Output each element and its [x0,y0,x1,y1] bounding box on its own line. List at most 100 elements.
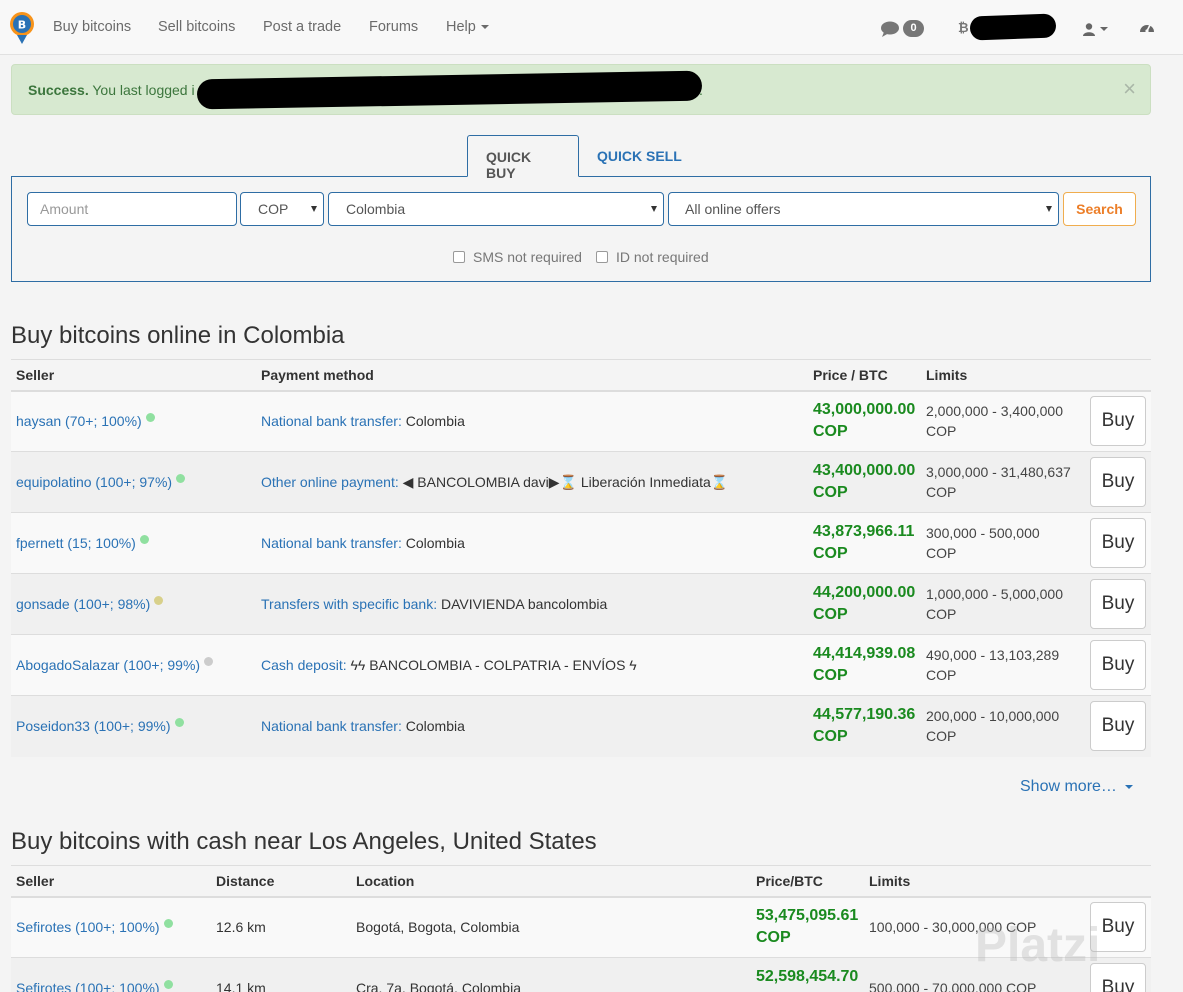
nav-forums[interactable]: Forums [369,19,418,35]
price-cell: 43,400,000.00 COP [808,451,921,513]
alert-strong: Success. [28,82,89,98]
seller-link[interactable]: fpernett (15; 100%) [16,535,136,551]
seller-cell: equipolatino (100+; 97%) [11,451,256,513]
col-limits: Limits [921,359,1076,392]
amount-input[interactable]: Amount [27,192,237,226]
buy-button[interactable]: Buy [1090,457,1146,507]
seller-cell: haysan (70+; 100%) [11,390,256,452]
currency-select[interactable]: COP [240,192,324,226]
chevron-down-icon [1124,784,1133,789]
messages-count-badge[interactable]: 0 [903,20,924,37]
online-status-dot-icon [154,596,164,605]
online-status-dot-icon [204,657,214,666]
country-value: Colombia [346,201,406,217]
show-more-link[interactable]: Show more… [1020,778,1133,796]
price-currency: COP [813,423,848,441]
nav-post-a-trade[interactable]: Post a trade [263,19,341,35]
nav-help-dropdown[interactable]: Help [446,19,489,35]
price-value: 44,200,000.00 [813,584,916,601]
col-seller: Seller [11,359,256,392]
payment-method-cell: National bank transfer: Colombia [256,390,808,452]
price-currency: COP [813,728,848,746]
limits-cell: 1,000,000 - 5,000,000 COP [921,573,1076,635]
search-button[interactable]: Search [1063,192,1136,226]
online-status-dot-icon [176,474,186,483]
offers-select[interactable]: All online offers [668,192,1059,226]
col-limits: Limits [864,865,1076,898]
payment-method-cell: Transfers with specific bank: DAVIVIENDA… [256,573,808,635]
login-success-alert: Success. You last logged i . × [11,64,1151,115]
sms-label: SMS not required [473,249,582,265]
seller-link[interactable]: Sefirotes (100+; 100%) [16,980,160,992]
buy-button[interactable]: Buy [1090,518,1146,568]
price-currency: COP [813,484,848,501]
payment-method-link[interactable]: Transfers with specific bank: [261,596,437,612]
payment-method-detail: ◀ BANCOLOMBIA davi▶⌛ Liberación Inmediat… [402,473,729,490]
select-arrow-icon [1046,206,1052,212]
seller-link[interactable]: gonsade (100+; 98%) [16,596,150,612]
payment-method-detail: DAVIVIENDA bancolombia [441,596,608,612]
seller-link[interactable]: Poseidon33 (100+; 99%) [16,718,171,734]
seller-link[interactable]: haysan (70+; 100%) [16,413,142,429]
dashboard-icon[interactable] [1139,20,1155,34]
localbitcoins-logo-icon[interactable]: B [9,11,35,45]
chevron-down-icon [1100,27,1108,32]
online-status-dot-icon [163,919,173,929]
online-status-dot-icon [139,535,149,544]
online-status-dot-icon [174,718,184,728]
payment-method-link[interactable]: Cash deposit: [261,657,347,673]
buy-button[interactable]: Buy [1090,396,1146,447]
payment-method-link[interactable]: Other online payment: [261,474,399,490]
bitcoin-icon[interactable]: ₿ [958,20,969,35]
tab-quick-buy[interactable]: QUICK BUY [467,135,579,181]
price-cell: 44,200,000.00 COP [808,573,921,635]
navbar: B Buy bitcoins Sell bitcoins Post a trad… [0,0,1183,55]
country-select[interactable]: Colombia [328,192,664,226]
svg-text:B: B [18,19,26,32]
action-cell: Buy [1076,634,1151,696]
chat-icon[interactable] [880,20,900,37]
sms-not-required-checkbox[interactable]: SMS not required [453,249,582,265]
checkbox-icon [453,251,465,263]
buy-button[interactable]: Buy [1090,640,1146,690]
online-offers-body: haysan (70+; 100%) National bank transfer… [11,390,1151,757]
payment-method-detail: Colombia [405,413,465,430]
price-value: 44,577,190.36 [813,706,916,724]
buy-button[interactable]: Buy [1090,579,1146,629]
distance-cell: 12.6 km [211,896,351,958]
select-arrow-icon [651,206,657,212]
id-label: ID not required [616,249,709,265]
action-cell: Buy [1076,512,1151,574]
nav-buy-bitcoins[interactable]: Buy bitcoins [53,19,131,35]
price-value: 53,475,095.61 [756,907,859,925]
col-location: Location [351,865,751,898]
limits-cell: 200,000 - 10,000,000 COP [921,695,1076,757]
payment-method-link[interactable]: National bank transfer: [261,413,402,429]
table-header-row: Seller Distance Location Price/BTC Limit… [11,865,1151,898]
seller-link[interactable]: AbogadoSalazar (100+; 99%) [16,657,200,673]
close-icon[interactable]: × [1123,78,1136,100]
seller-link[interactable]: equipolatino (100+; 97%) [16,474,172,490]
table-header-row: Seller Payment method Price / BTC Limits [11,359,1151,392]
payment-method-link[interactable]: National bank transfer: [261,535,402,551]
nav-sell-bitcoins[interactable]: Sell bitcoins [158,19,235,35]
tab-quick-sell[interactable]: QUICK SELL [579,135,700,177]
seller-cell: Sefirotes (100+; 100%) [11,957,211,992]
table-row: AbogadoSalazar (100+; 99%) Cash deposit: … [11,634,1151,696]
payment-method-cell: Other online payment: ◀ BANCOLOMBIA davi… [256,451,808,513]
seller-link[interactable]: Sefirotes (100+; 100%) [16,919,160,935]
price-value: 43,000,000.00 [813,401,916,419]
seller-cell: gonsade (100+; 98%) [11,573,256,635]
price-cell: 43,873,966.11 COP [808,512,921,574]
id-not-required-checkbox[interactable]: ID not required [596,249,709,265]
user-menu-dropdown[interactable] [1083,20,1108,36]
distance-cell: 14.1 km [211,957,351,992]
action-cell: Buy [1076,390,1151,452]
buy-button[interactable]: Buy [1090,701,1146,752]
location-cell: Bogotá, Bogota, Colombia [351,896,751,958]
col-price: Price/BTC [751,865,864,898]
checkbox-icon [596,251,608,263]
payment-method-link[interactable]: National bank transfer: [261,718,402,734]
price-currency: COP [756,929,791,947]
col-distance: Distance [211,865,351,898]
